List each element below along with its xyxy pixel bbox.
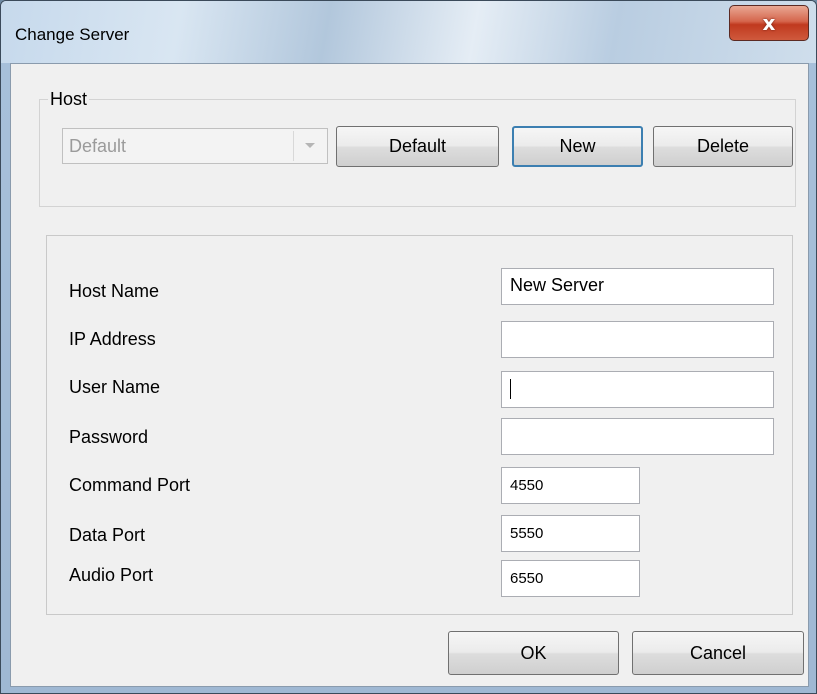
close-button[interactable]: x — [729, 5, 809, 41]
new-button[interactable]: New — [512, 126, 643, 167]
data-port-label: Data Port — [69, 525, 146, 545]
audio-port-label: Audio Port — [69, 565, 154, 585]
default-button[interactable]: Default — [336, 126, 499, 167]
host-name-label: Host Name — [69, 281, 160, 301]
user-name-label: User Name — [69, 377, 161, 397]
command-port-label: Command Port — [69, 475, 191, 495]
host-name-field[interactable]: New Server — [501, 268, 774, 305]
host-group-label: Host — [48, 89, 90, 110]
host-select-value: Default — [69, 136, 127, 156]
ip-address-field[interactable] — [501, 321, 774, 358]
data-port-field[interactable]: 5550 — [501, 515, 640, 552]
change-server-dialog: Change Server x Host Default Default New… — [0, 0, 817, 694]
user-name-field[interactable] — [501, 371, 774, 408]
title-bar[interactable]: Change Server x — [1, 1, 816, 63]
close-icon: x — [762, 11, 776, 35]
delete-button[interactable]: Delete — [653, 126, 793, 167]
cancel-button[interactable]: Cancel — [632, 631, 804, 675]
text-cursor — [510, 379, 511, 400]
window-title: Change Server — [15, 25, 130, 44]
password-label: Password — [69, 427, 149, 447]
password-field[interactable] — [501, 418, 774, 455]
audio-port-field[interactable]: 6550 — [501, 560, 640, 597]
dialog-client-area: Host Default Default New Delete Host Nam… — [10, 63, 809, 687]
chevron-down-icon[interactable] — [293, 131, 325, 161]
host-groupbox: Host Default Default New Delete — [39, 89, 796, 207]
ip-address-label: IP Address — [69, 329, 156, 349]
server-settings-panel: Host Name New Server IP Address User Nam… — [46, 235, 793, 615]
host-select[interactable]: Default — [62, 128, 328, 164]
ok-button[interactable]: OK — [448, 631, 619, 675]
command-port-field[interactable]: 4550 — [501, 467, 640, 504]
